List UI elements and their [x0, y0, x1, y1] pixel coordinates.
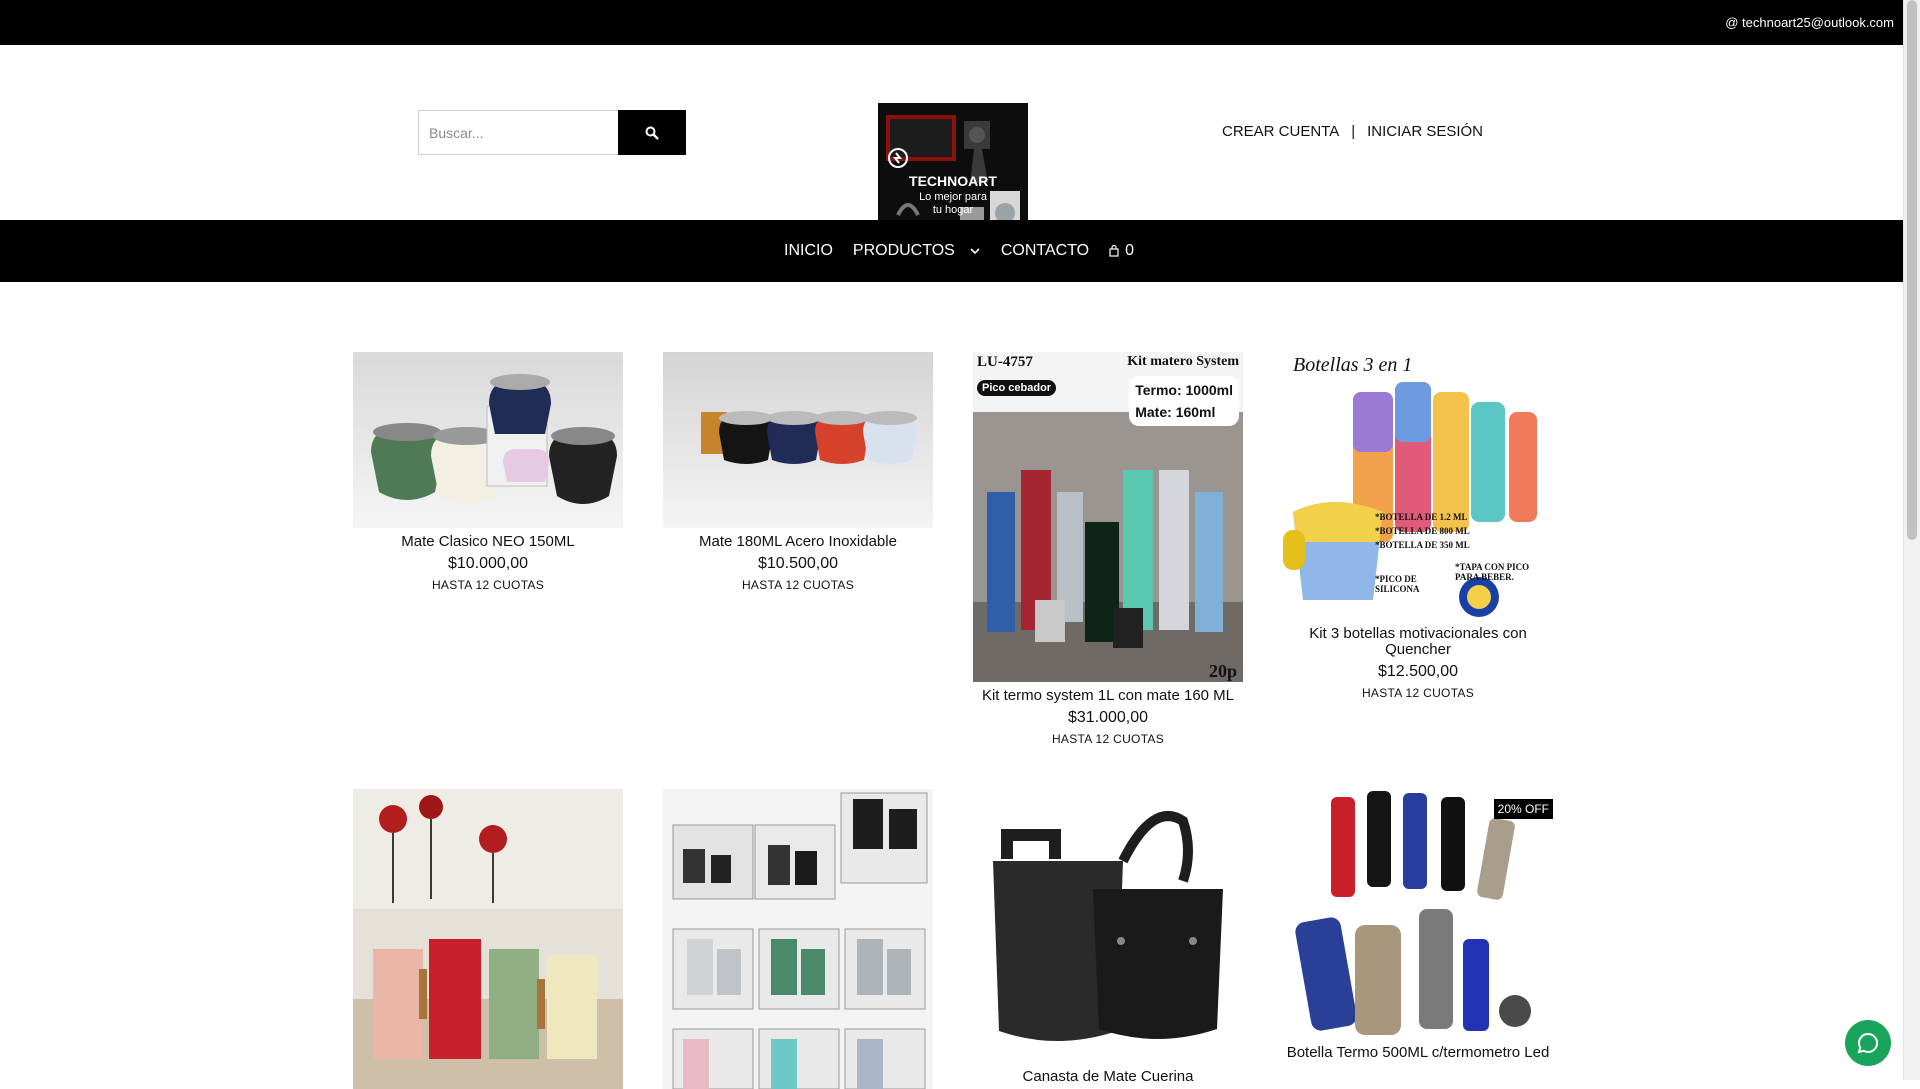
- product-installments: HASTA 12 CUOTAS: [1051, 732, 1165, 746]
- nav-inicio-label: INICIO: [784, 242, 833, 259]
- chevron-down-icon: [970, 248, 980, 255]
- logo-tagline-line-1: Lo mejor para: [919, 191, 987, 203]
- product-card[interactable]: [353, 789, 623, 1089]
- product-image[interactable]: [353, 789, 623, 1089]
- image-qty: 20p: [1208, 661, 1237, 681]
- logo-tagline: Lo mejor para tu hogar: [878, 191, 1028, 217]
- product-card[interactable]: Mate Clasico NEO 150ML $10.000,00 HASTA …: [353, 352, 623, 592]
- mate-clasico-image: [353, 352, 623, 528]
- jarras-image: [353, 789, 623, 1089]
- botella-termo-image: [1283, 789, 1553, 1039]
- logo-brand-text: TECHNOART: [909, 173, 997, 189]
- product-name[interactable]: Kit termo system 1L con mate 160 ML: [973, 688, 1243, 704]
- product-image[interactable]: Botellas 3 en 1 *BOTELLA DE 1.2 ML *BOTE…: [1283, 352, 1553, 620]
- product-card[interactable]: LU-4757 Kit matero System Pico cebador T…: [973, 352, 1243, 746]
- scrollbar-thumb[interactable]: [1907, 0, 1917, 540]
- account-links: CREAR CUENTA | INICIAR SESIÓN: [1222, 123, 1483, 140]
- product-name[interactable]: Kit 3 botellas motivacionales con Quench…: [1283, 626, 1553, 658]
- discount-badge: 20% OFF: [1493, 799, 1553, 819]
- create-account-link[interactable]: CREAR CUENTA: [1222, 123, 1339, 140]
- mate-acero-image: [663, 352, 933, 528]
- image-title: Botellas 3 en 1: [1293, 354, 1413, 376]
- product-price: $31.000,00: [1067, 709, 1149, 726]
- product-price: $10.000,00: [447, 555, 529, 572]
- product-image[interactable]: [353, 352, 623, 528]
- contact-email[interactable]: @ technoart25@outlook.com: [1725, 15, 1894, 30]
- search-form: [418, 110, 686, 155]
- whatsapp-icon: [1857, 1032, 1879, 1054]
- product-card[interactable]: 20% OFF Botella Termo 500ML c/termometro…: [1283, 789, 1553, 1061]
- set-matero-image: [663, 789, 933, 1089]
- product-image[interactable]: LU-4757 Kit matero System Pico cebador T…: [973, 352, 1243, 682]
- image-spec-5: *TAPA CON PICO PARA BEBER.: [1455, 562, 1530, 582]
- nav-productos-label: PRODUCTOS: [852, 242, 955, 259]
- product-installments: HASTA 12 CUOTAS: [431, 578, 545, 592]
- image-spec-termo: Termo: 1000ml: [1135, 382, 1233, 398]
- cart-count: 0: [1125, 242, 1135, 259]
- canasta-image: [973, 789, 1243, 1063]
- image-spec-3: *BOTELLA DE 350 ML: [1375, 540, 1470, 550]
- image-specs: *BOTELLA DE 1.2 ML *BOTELLA DE 800 ML *B…: [1375, 510, 1470, 552]
- product-card[interactable]: [663, 789, 933, 1089]
- header: TECHNOART Lo mejor para tu hogar CREAR C…: [0, 45, 1904, 253]
- product-installments: HASTA 12 CUOTAS: [1361, 686, 1475, 700]
- product-price: $12.500,00: [1377, 663, 1459, 680]
- image-spec-4: *PICO DE SILICONA: [1375, 574, 1420, 594]
- image-spec-2: *BOTELLA DE 800 ML: [1375, 526, 1470, 536]
- search-icon: [645, 126, 659, 140]
- product-name[interactable]: Mate Clasico NEO 150ML: [353, 534, 623, 550]
- image-badge: Pico cebador: [977, 380, 1057, 396]
- product-card[interactable]: Canasta de Mate Cuerina: [973, 789, 1243, 1085]
- logo-tagline-line-2: tu hogar: [932, 204, 974, 216]
- product-card[interactable]: Mate 180ML Acero Inoxidable $10.500,00 H…: [663, 352, 933, 592]
- image-spec-mate: Mate: 160ml: [1135, 404, 1216, 420]
- product-image[interactable]: [663, 352, 933, 528]
- product-name[interactable]: Canasta de Mate Cuerina: [973, 1069, 1243, 1085]
- product-card[interactable]: Botellas 3 en 1 *BOTELLA DE 1.2 ML *BOTE…: [1283, 352, 1553, 700]
- page-scrollbar[interactable]: [1903, 0, 1920, 1080]
- cart-icon: [1109, 245, 1119, 257]
- product-name[interactable]: Mate 180ML Acero Inoxidable: [663, 534, 933, 550]
- top-bar: @ technoart25@outlook.com: [0, 0, 1904, 45]
- image-spec-1: *BOTELLA DE 1.2 ML: [1375, 512, 1468, 522]
- image-specs: Termo: 1000ml Mate: 160ml: [1129, 376, 1239, 426]
- product-installments: HASTA 12 CUOTAS: [741, 578, 855, 592]
- account-separator: |: [1351, 123, 1356, 140]
- search-input[interactable]: [418, 110, 618, 155]
- search-button[interactable]: [618, 110, 686, 155]
- image-title: Kit matero System: [1127, 354, 1239, 369]
- nav-cart[interactable]: 0: [1109, 242, 1134, 260]
- nav-productos[interactable]: PRODUCTOS: [853, 242, 981, 260]
- whatsapp-button[interactable]: [1845, 1020, 1891, 1066]
- product-image[interactable]: 20% OFF: [1283, 789, 1553, 1039]
- nav-inicio[interactable]: INICIO: [784, 242, 833, 260]
- product-price: $10.500,00: [757, 555, 839, 572]
- login-link[interactable]: INICIAR SESIÓN: [1367, 123, 1483, 140]
- product-image[interactable]: [663, 789, 933, 1089]
- product-image[interactable]: [973, 789, 1243, 1063]
- nav-contacto-label: CONTACTO: [1000, 242, 1090, 259]
- product-name[interactable]: Botella Termo 500ML c/termometro Led: [1283, 1045, 1553, 1061]
- main-nav: INICIO PRODUCTOS CONTACTO 0: [0, 220, 1904, 282]
- nav-contacto[interactable]: CONTACTO: [1001, 242, 1089, 260]
- image-code: LU-4757: [977, 354, 1033, 370]
